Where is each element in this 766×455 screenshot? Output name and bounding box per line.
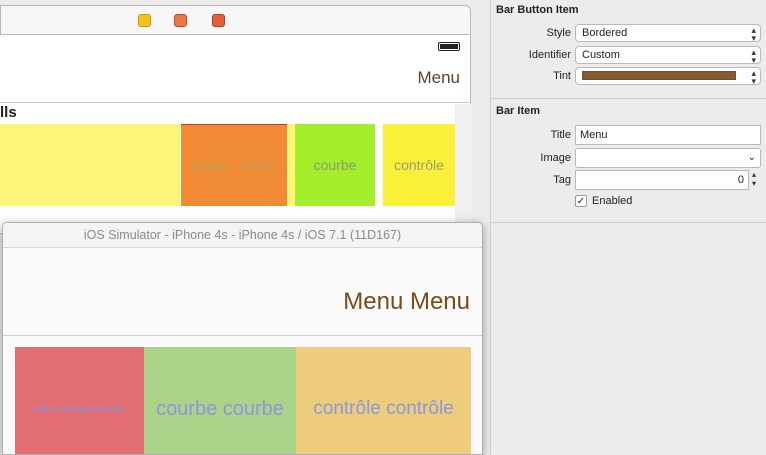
exit-icon[interactable]: [212, 14, 225, 27]
ios-simulator-window[interactable]: iOS Simulator - iPhone 4s - iPhone 4s / …: [2, 222, 483, 455]
sim-cell-courbe[interactable]: courbe courbe: [144, 347, 296, 454]
battery-icon: [438, 42, 460, 51]
cell-controle[interactable]: contrôle: [383, 124, 455, 206]
popup-arrows-icon: ▴ ▾: [751, 47, 756, 65]
image-label: Image: [540, 152, 571, 164]
cell-blank[interactable]: [0, 124, 180, 206]
sim-cell-enregistrements[interactable]: ments enregistrements: [15, 347, 144, 454]
tag-label: Tag: [553, 174, 571, 186]
chevron-down-icon[interactable]: ⌄: [748, 149, 756, 167]
cell-enregistrements[interactable]: enreg... ments: [181, 124, 287, 206]
identifier-value: Custom: [582, 49, 620, 61]
section-label: lls: [0, 104, 17, 121]
cell-courbe[interactable]: courbe: [295, 124, 375, 206]
tint-label: Tint: [553, 70, 571, 82]
section-divider: [491, 222, 766, 223]
style-value: Bordered: [582, 27, 628, 39]
identifier-popup[interactable]: Custom ▴ ▾: [575, 46, 761, 65]
style-popup[interactable]: Bordered ▴ ▾: [575, 24, 761, 43]
scene-dock: [0, 5, 471, 35]
bar-button-item-section-title: Bar Button Item: [496, 4, 579, 16]
sim-cell-controle[interactable]: contrôle contrôle: [296, 347, 471, 454]
enabled-checkbox[interactable]: ✓: [575, 195, 587, 207]
view-controller-icon[interactable]: [138, 14, 151, 27]
navbar-separator: [0, 102, 471, 103]
title-field[interactable]: Menu: [575, 125, 761, 145]
simulator-nav-separator: [3, 335, 482, 336]
tint-swatch: [582, 71, 736, 80]
navbar-menu-button[interactable]: Menu: [400, 68, 460, 88]
style-label: Style: [546, 27, 571, 39]
identifier-label: Identifier: [528, 49, 571, 61]
simulator-nav-title[interactable]: Menu Menu: [273, 288, 470, 316]
cell-gap: [287, 124, 295, 206]
attributes-inspector: Bar Button Item Style Bordered ▴ ▾ Identi…: [490, 0, 766, 455]
simulator-title-bar[interactable]: iOS Simulator - iPhone 4s - iPhone 4s / …: [3, 223, 482, 248]
section-divider: [491, 98, 766, 99]
image-combo[interactable]: ⌄: [575, 148, 761, 168]
enabled-label: Enabled: [592, 195, 633, 207]
tint-color-well[interactable]: ▴ ▾: [575, 67, 761, 86]
tag-field[interactable]: 0: [575, 170, 749, 190]
title-label: Title: [550, 129, 571, 141]
popup-arrows-icon: ▴ ▾: [751, 25, 756, 43]
tag-stepper[interactable]: ▴ ▾: [752, 170, 761, 190]
simulator-screen[interactable]: Menu Menu ments enregistrements courbe c…: [3, 248, 482, 454]
canvas-scroll-strip: [455, 104, 471, 234]
first-responder-icon[interactable]: [174, 14, 187, 27]
popup-arrows-icon: ▴ ▾: [751, 68, 756, 86]
bar-item-section-title: Bar Item: [496, 105, 541, 117]
